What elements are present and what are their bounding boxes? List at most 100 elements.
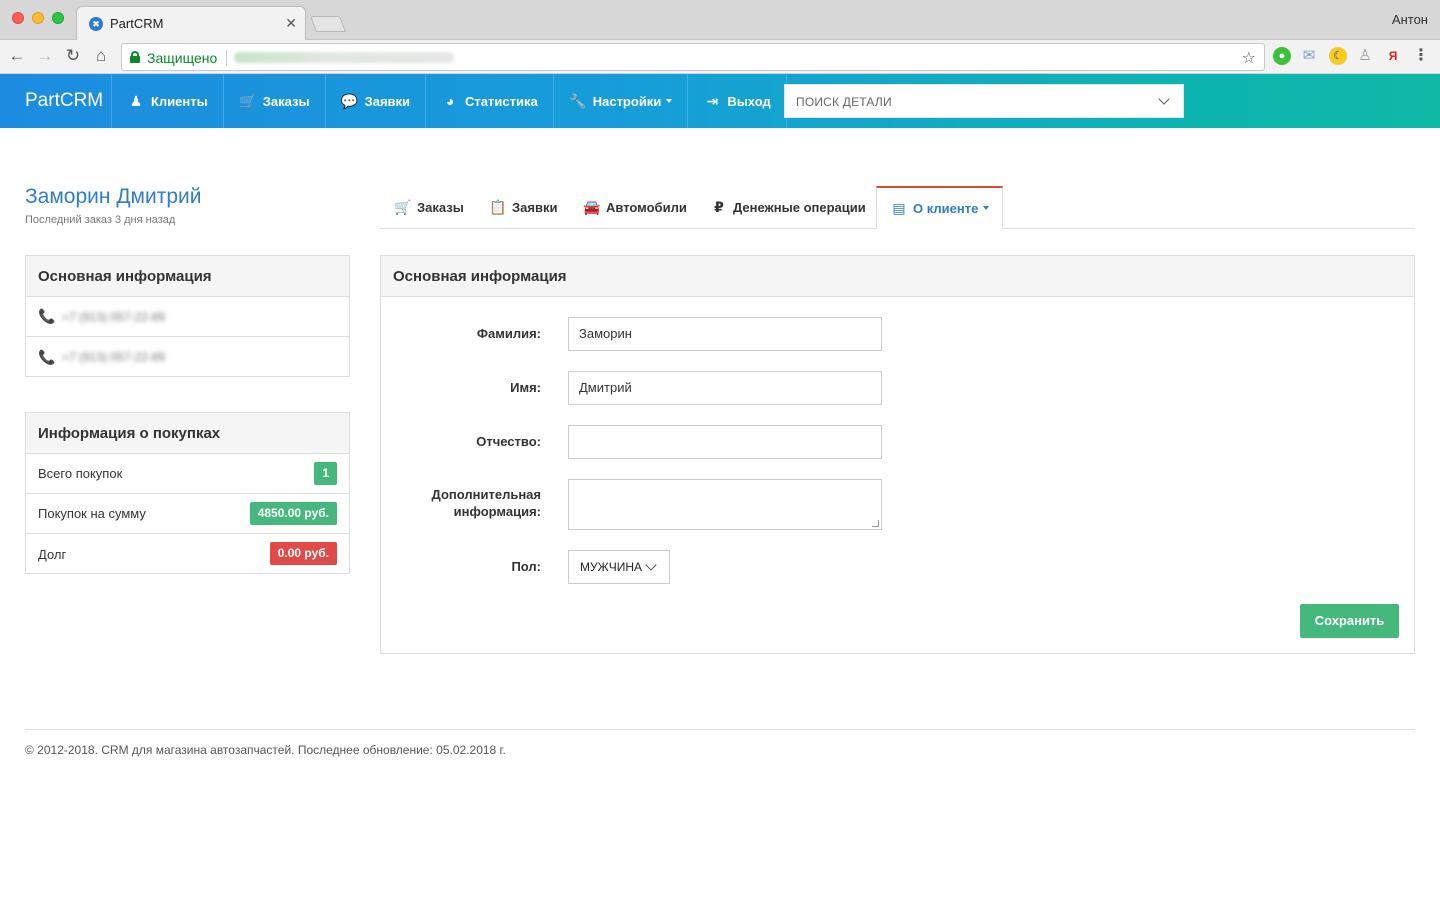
row-label: Покупок на сумму	[38, 506, 146, 521]
main-nav: ♟ Клиенты 🛒 Заказы 💬 Заявки ◕ Статистика…	[111, 74, 787, 128]
footer-divider	[25, 729, 1415, 730]
footer-copyright: © 2012-2018. CRM для магазина автозапчас…	[25, 743, 506, 757]
browser-profile-name[interactable]: Антон	[1392, 12, 1428, 27]
caret-down-icon	[666, 99, 673, 103]
tab-requests[interactable]: 📋 Заявки	[489, 186, 557, 229]
tab-label: Заказы	[417, 200, 464, 215]
phone-number: +7 (913) 057-22-89	[62, 350, 166, 364]
close-tab-icon[interactable]: ✕	[285, 15, 297, 32]
new-tab-button[interactable]	[310, 16, 346, 32]
blurred-url	[234, 52, 454, 63]
back-arrow-icon[interactable]: ←	[6, 45, 28, 67]
browser-tab[interactable]: ✖ PartCRM ✕	[76, 6, 306, 40]
row-label: Всего покупок	[38, 466, 123, 481]
yandex-extension-icon[interactable]: Я	[1384, 47, 1402, 65]
tab-about-client[interactable]: ▤ О клиенте	[876, 186, 1004, 229]
browser-toolbar: ← → ↻ ⌂ Защищено ☆ ● ✉ ☾ ♙ Я ⋮	[0, 40, 1440, 74]
gender-selected-value: МУЖЧИНА	[580, 560, 642, 574]
nav-item-orders[interactable]: 🛒 Заказы	[222, 74, 325, 128]
pie-chart-icon: ◕	[445, 93, 455, 109]
part-search-placeholder: ПОИСК ДЕТАЛИ	[796, 95, 892, 109]
tab-label: Заявки	[512, 200, 558, 215]
gender-label: Пол:	[511, 559, 541, 574]
extension-green-icon[interactable]: ●	[1273, 47, 1291, 65]
tab-label: Денежные операции	[733, 200, 866, 215]
nav-item-label: Клиенты	[151, 93, 208, 109]
window-zoom-button[interactable]	[52, 12, 64, 24]
tab-label: О клиенте	[913, 200, 979, 216]
browser-tab-strip: ✖ PartCRM ✕ Антон	[0, 0, 1440, 40]
mail-extension-icon[interactable]: ✉	[1300, 47, 1318, 65]
forward-arrow-icon[interactable]: →	[34, 45, 56, 67]
tab-orders[interactable]: 🛒 Заказы	[394, 186, 464, 229]
phone-row: 📞 +7 (913) 057-22-89	[26, 337, 349, 377]
contact-card-icon: ▤	[892, 199, 906, 216]
purchases-sum-row: Покупок на сумму 4850.00 руб.	[26, 494, 349, 534]
app-navbar: PartCRM ♟ Клиенты 🛒 Заказы 💬 Заявки ◕ Ст…	[0, 74, 1440, 128]
nav-item-settings[interactable]: 🔧 Настройки	[552, 74, 688, 128]
additional-info-textarea[interactable]	[568, 479, 882, 530]
nav-item-statistics[interactable]: ◕ Статистика	[425, 74, 553, 128]
logout-icon: ⇥	[706, 92, 719, 109]
cart-icon: 🛒	[239, 92, 257, 109]
car-icon: 🚘	[583, 199, 601, 215]
moon-extension-icon[interactable]: ☾	[1329, 47, 1347, 65]
debt-row: Долг 0.00 руб.	[26, 534, 349, 574]
additional-info-label-line1: Дополнительная	[431, 487, 541, 502]
chevron-down-icon	[1158, 93, 1170, 105]
nav-item-label: Выход	[727, 93, 771, 109]
additional-info-label: Дополнительная информация:	[381, 486, 541, 520]
last-order-info: Последний заказ 3 дня назад	[25, 214, 176, 226]
browser-tab-title: PartCRM	[110, 16, 164, 31]
total-purchases-row: Всего покупок 1	[26, 454, 349, 494]
reload-icon[interactable]: ↻	[62, 45, 84, 67]
purchases-panel: Информация о покупках Всего покупок 1 По…	[25, 412, 350, 574]
first-name-label: Имя:	[510, 380, 541, 395]
client-name: Заморин Дмитрий	[25, 185, 202, 208]
lock-icon	[130, 51, 140, 63]
nav-item-logout[interactable]: ⇥ Выход	[687, 74, 787, 128]
save-button[interactable]: Сохранить	[1300, 604, 1399, 638]
secure-label: Защищено	[147, 50, 218, 66]
nav-item-clients[interactable]: ♟ Клиенты	[111, 74, 223, 128]
client-tabs: 🛒 Заказы 📋 Заявки 🚘 Автомобили ₽ Денежны…	[380, 186, 1415, 229]
panel-title: Основная информация	[381, 256, 1414, 297]
resize-handle-icon[interactable]	[872, 520, 879, 527]
panel-title: Информация о покупках	[26, 413, 349, 454]
debt-badge: 0.00 руб.	[269, 542, 337, 565]
tab-cars[interactable]: 🚘 Автомобили	[583, 186, 687, 229]
first-name-input[interactable]: Дмитрий	[568, 371, 882, 405]
phone-number: +7 (913) 057-22-89	[62, 309, 166, 324]
patronymic-input[interactable]	[568, 425, 882, 459]
last-name-input[interactable]: Заморин	[568, 317, 882, 351]
nav-item-label: Заказы	[262, 93, 310, 109]
nav-item-requests[interactable]: 💬 Заявки	[324, 74, 425, 128]
bookmark-star-icon[interactable]: ☆	[1242, 48, 1256, 68]
phone-icon: 📞	[38, 308, 56, 324]
address-separator	[226, 50, 227, 66]
patronymic-label: Отчество:	[476, 434, 541, 449]
phone-icon: 📞	[38, 348, 56, 365]
window-close-button[interactable]	[12, 12, 24, 24]
contact-info-panel: Основная информация 📞 +7 (913) 057-22-89…	[25, 255, 350, 377]
window-minimize-button[interactable]	[32, 12, 44, 24]
gender-select[interactable]: МУЖЧИНА	[568, 550, 670, 584]
tab-money-operations[interactable]: ₽ Денежные операции	[710, 186, 866, 229]
home-icon[interactable]: ⌂	[90, 45, 112, 67]
clipboard-icon: 📋	[489, 199, 507, 215]
brand-logo[interactable]: PartCRM	[25, 90, 103, 112]
panel-title: Основная информация	[26, 256, 349, 297]
phone-row: 📞 +7 (913) 057-22-89	[26, 297, 349, 337]
address-bar[interactable]: Защищено ☆	[121, 43, 1265, 71]
cart-icon: 🛒	[394, 199, 412, 215]
wrench-icon: 🔧	[569, 92, 587, 109]
part-search-select[interactable]: ПОИСК ДЕТАЛИ	[784, 84, 1184, 118]
purchases-sum-badge: 4850.00 руб.	[249, 502, 337, 525]
browser-menu-icon[interactable]: ⋮	[1412, 47, 1430, 65]
chess-extension-icon[interactable]: ♙	[1356, 47, 1374, 65]
chat-icon: 💬	[340, 92, 359, 109]
nav-item-label: Заявки	[364, 93, 411, 109]
last-name-label: Фамилия:	[476, 326, 541, 341]
row-label: Долг	[38, 546, 67, 562]
additional-info-label-line2: информация:	[453, 504, 541, 519]
